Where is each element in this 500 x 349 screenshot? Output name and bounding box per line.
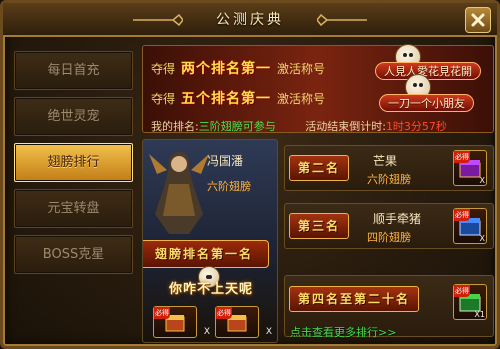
rank-player-name: 芒果 [373,154,398,168]
rank-row-third: 第三名 顺手牵猪 四阶翅膀 必得 X [284,203,494,249]
rank-wing-level: 四阶翅膀 [367,231,411,244]
close-button[interactable] [465,7,491,33]
rank-wing-level: 六阶翅膀 [367,173,411,186]
title-bar: 公测庆典 [3,3,497,37]
sidebar-item-daily-recharge[interactable]: 每日首充 [14,51,133,90]
status-row: 我的排名:三阶翅膀可参与 活动结束倒计时:1时3分57秒 [151,120,447,133]
title-reward-banner: 夺得 两个排名第一 激活称号 人見人愛花見花開 夺得 五个排名第一 激活称号 一刀一个小… [142,44,494,133]
sidebar-item-boss-nemesis[interactable]: BOSS克星 [14,235,133,274]
title-ornament-right-icon [317,14,367,26]
more-rankings-link[interactable]: 点击查看更多排行>> [290,324,396,340]
title-badge-1: 人見人愛花見花開 [375,62,481,80]
character-portrait [149,152,209,234]
reward-item[interactable]: 必得 X1 [453,284,487,320]
reward-item[interactable]: 必得 X [215,306,272,338]
rank-tag: 第三名 [289,213,350,239]
reward-item[interactable]: 必得 X [153,306,210,338]
first-place-wing: 六阶翅膀 [207,180,251,193]
close-icon [471,13,485,27]
sidebar-item-rare-pet[interactable]: 绝世灵宠 [14,97,133,136]
sidebar-item-ingot-wheel[interactable]: 元宝转盘 [14,189,133,228]
event-window: 公测庆典 每日首充 绝世灵宠 翅膀排行 元宝转盘 BOSS克星 夺得 两个排名第一… [0,0,500,349]
sidebar: 每日首充 绝世灵宠 翅膀排行 元宝转盘 BOSS克星 [14,45,136,345]
slogan-text: 你咋不上天呢 [168,282,253,297]
first-place-name: 冯国潘 [207,154,244,168]
rank-tag: 第四名至第二十名 [289,286,420,312]
reward-item[interactable]: 必得 X [453,150,487,186]
banner-line-two-firsts: 夺得 两个排名第一 激活称号 [151,61,326,77]
rank-row-second: 第二名 芒果 六阶翅膀 必得 X [284,145,494,191]
reward-item[interactable]: 必得 X [453,208,487,244]
rank-first-ribbon: 翅膀排名第一名 [143,240,269,268]
first-place-panel: 冯国潘 六阶翅膀 翅膀排名第一名 你咋不上天呢 必得 X 必得 X [142,139,278,343]
rank-player-name: 顺手牵猪 [373,212,422,226]
banner-line-five-firsts: 夺得 五个排名第一 激活称号 [151,91,326,107]
main-panel: 夺得 两个排名第一 激活称号 人見人愛花見花開 夺得 五个排名第一 激活称号 一刀一个小… [142,44,494,345]
rank-tag: 第二名 [289,155,350,181]
sidebar-item-wing-ranking[interactable]: 翅膀排行 [14,143,133,182]
title-badge-2: 一刀一个小朋友 [379,94,474,112]
